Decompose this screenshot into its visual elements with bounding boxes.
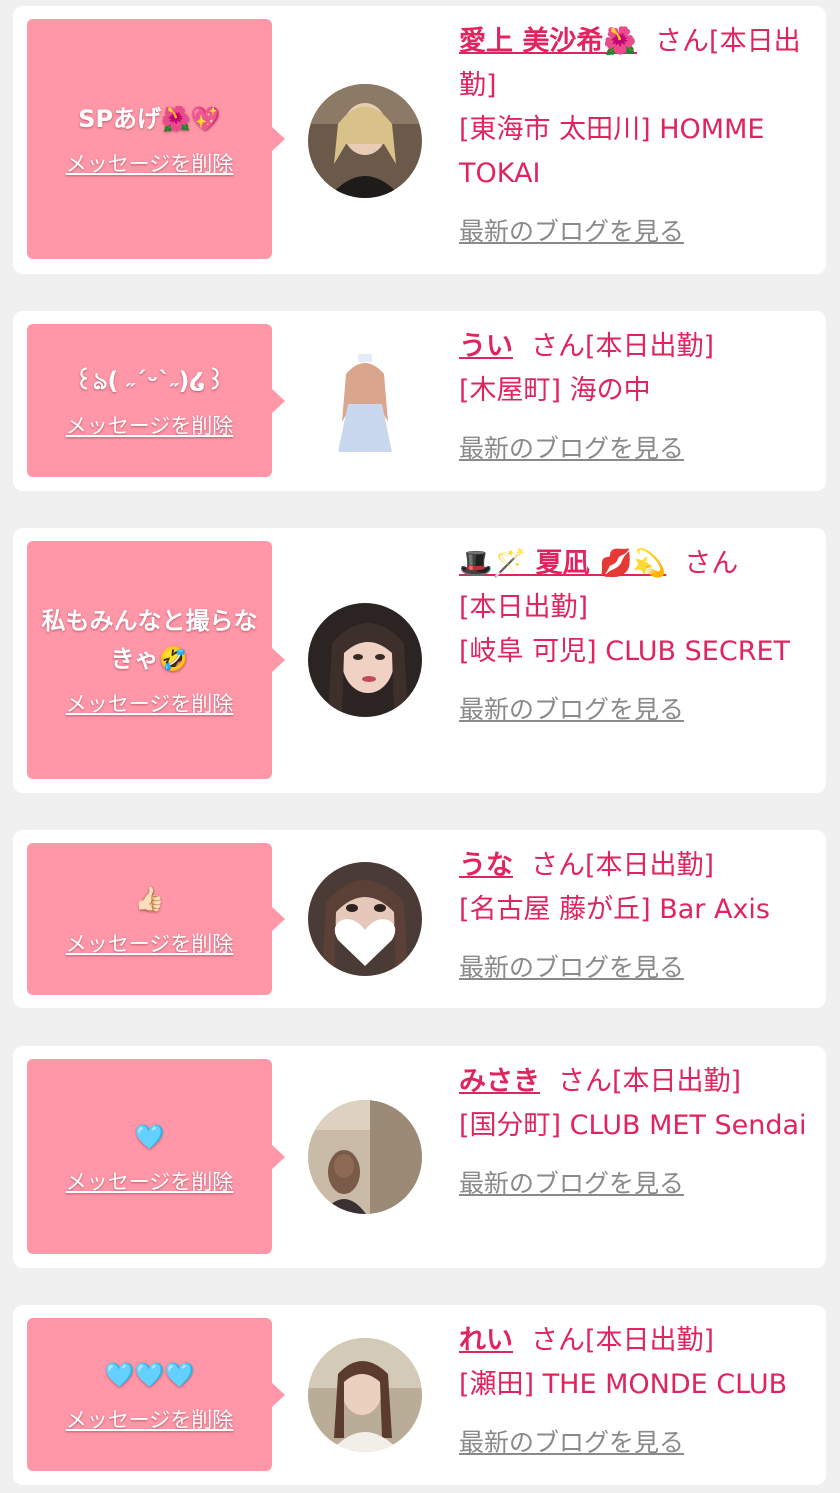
message-bubble: ꒰ঌ( ˶ˊᵕˋ˶)໒꒱ メッセージを削除 — [27, 324, 285, 477]
latest-blog-link[interactable]: 最新のブログを見る — [459, 946, 684, 990]
cast-info: れい さん[本日出勤] [瀬田] THE MONDE CLUB 最新のブログを見る — [459, 1319, 814, 1465]
message-text: 🩵 — [134, 1122, 165, 1151]
shop-location: [木屋町] 海の中 — [459, 375, 651, 406]
message-card: 🩵🩵🩵 メッセージを削除 れい さん[本日出勤] [瀬田] THE MONDE C… — [13, 1305, 826, 1485]
cast-info: うい さん[本日出勤] [木屋町] 海の中 最新のブログを見る — [459, 325, 814, 471]
latest-blog-link[interactable]: 最新のブログを見る — [459, 688, 684, 732]
delete-message-link[interactable]: メッセージを削除 — [66, 1166, 234, 1196]
avatar[interactable] — [308, 1100, 422, 1214]
message-text: ꒰ঌ( ˶ˊᵕˋ˶)໒꒱ — [74, 366, 225, 395]
cast-name-link[interactable]: 🎩🪄 夏凪 💋💫 — [459, 548, 666, 579]
cast-name-link[interactable]: 愛上 美沙希🌺 — [459, 26, 637, 57]
cast-info: うな さん[本日出勤] [名古屋 藤が丘] Bar Axis 最新のブログを見る — [459, 844, 814, 990]
shop-location: [名古屋 藤が丘] Bar Axis — [459, 894, 771, 925]
delete-message-link[interactable]: メッセージを削除 — [66, 688, 234, 718]
latest-blog-link[interactable]: 最新のブログを見る — [459, 210, 684, 254]
avatar[interactable] — [308, 84, 422, 198]
honorific: さん — [684, 548, 739, 579]
message-card: ꒰ঌ( ˶ˊᵕˋ˶)໒꒱ メッセージを削除 うい さん[本日出勤] [木屋町] 海… — [13, 311, 826, 491]
delete-message-link[interactable]: メッセージを削除 — [66, 410, 234, 440]
message-bubble: SPあげ🌺💖 メッセージを削除 — [27, 19, 285, 259]
avatar[interactable] — [308, 862, 422, 976]
message-card: SPあげ🌺💖 メッセージを削除 愛上 美沙希🌺 さん[本日出勤] [東海市 太田川… — [13, 6, 826, 274]
cast-name-link[interactable]: うい — [459, 331, 513, 362]
message-card: 🩵 メッセージを削除 みさき さん[本日出勤] [国分町] CLUB MET Se… — [13, 1046, 826, 1268]
message-bubble: 👍🏻 メッセージを削除 — [27, 843, 285, 995]
cast-info: 愛上 美沙希🌺 さん[本日出勤] [東海市 太田川] HOMME TOKAI 最新… — [459, 20, 814, 254]
shop-location: [東海市 太田川] HOMME TOKAI — [459, 114, 765, 189]
cast-name-link[interactable]: うな — [459, 850, 513, 881]
shop-location: [瀬田] THE MONDE CLUB — [459, 1369, 788, 1400]
cast-name-link[interactable]: れい — [459, 1325, 513, 1356]
message-text: 👍🏻 — [134, 885, 165, 913]
status-text: [本日出勤] — [459, 592, 589, 623]
honorific: さん — [531, 850, 585, 881]
avatar[interactable] — [308, 603, 422, 717]
cast-info: みさき さん[本日出勤] [国分町] CLUB MET Sendai 最新のブログ… — [459, 1060, 814, 1206]
message-card: 👍🏻 メッセージを削除 うな さん[本日出勤] [名古屋 藤が丘] Bar Axi… — [13, 830, 826, 1008]
delete-message-link[interactable]: メッセージを削除 — [66, 148, 234, 178]
status-text: [本日出勤] — [585, 850, 715, 881]
honorific: さん — [558, 1066, 612, 1097]
latest-blog-link[interactable]: 最新のブログを見る — [459, 1162, 684, 1206]
delete-message-link[interactable]: メッセージを削除 — [66, 1404, 234, 1434]
message-list: SPあげ🌺💖 メッセージを削除 愛上 美沙希🌺 さん[本日出勤] [東海市 太田川… — [0, 0, 840, 1493]
latest-blog-link[interactable]: 最新のブログを見る — [459, 427, 684, 471]
honorific: さん — [531, 1325, 585, 1356]
avatar[interactable] — [308, 344, 422, 458]
shop-location: [国分町] CLUB MET Sendai — [459, 1110, 807, 1141]
cast-info: 🎩🪄 夏凪 💋💫 さん [本日出勤] [岐阜 可児] CLUB SECRET 最新… — [459, 542, 814, 732]
message-text: 私もみんなと撮らなきゃ🤣 — [41, 607, 258, 673]
honorific: さん — [531, 331, 585, 362]
status-text: [本日出勤] — [585, 1325, 715, 1356]
message-card: 私もみんなと撮らなきゃ🤣 メッセージを削除 🎩🪄 夏凪 💋💫 さん [本日出勤] … — [13, 528, 826, 793]
avatar[interactable] — [308, 1338, 422, 1452]
honorific: さん — [655, 26, 710, 57]
status-text: [本日出勤] — [585, 331, 715, 362]
shop-location: [岐阜 可児] CLUB SECRET — [459, 636, 791, 667]
message-bubble: 私もみんなと撮らなきゃ🤣 メッセージを削除 — [27, 541, 285, 779]
message-bubble: 🩵 メッセージを削除 — [27, 1059, 285, 1254]
latest-blog-link[interactable]: 最新のブログを見る — [459, 1421, 684, 1465]
status-text: [本日出勤] — [612, 1066, 742, 1097]
cast-name-link[interactable]: みさき — [459, 1066, 540, 1097]
message-bubble: 🩵🩵🩵 メッセージを削除 — [27, 1318, 285, 1471]
message-text: 🩵🩵🩵 — [104, 1360, 195, 1389]
delete-message-link[interactable]: メッセージを削除 — [66, 928, 234, 958]
message-text: SPあげ🌺💖 — [78, 105, 221, 133]
